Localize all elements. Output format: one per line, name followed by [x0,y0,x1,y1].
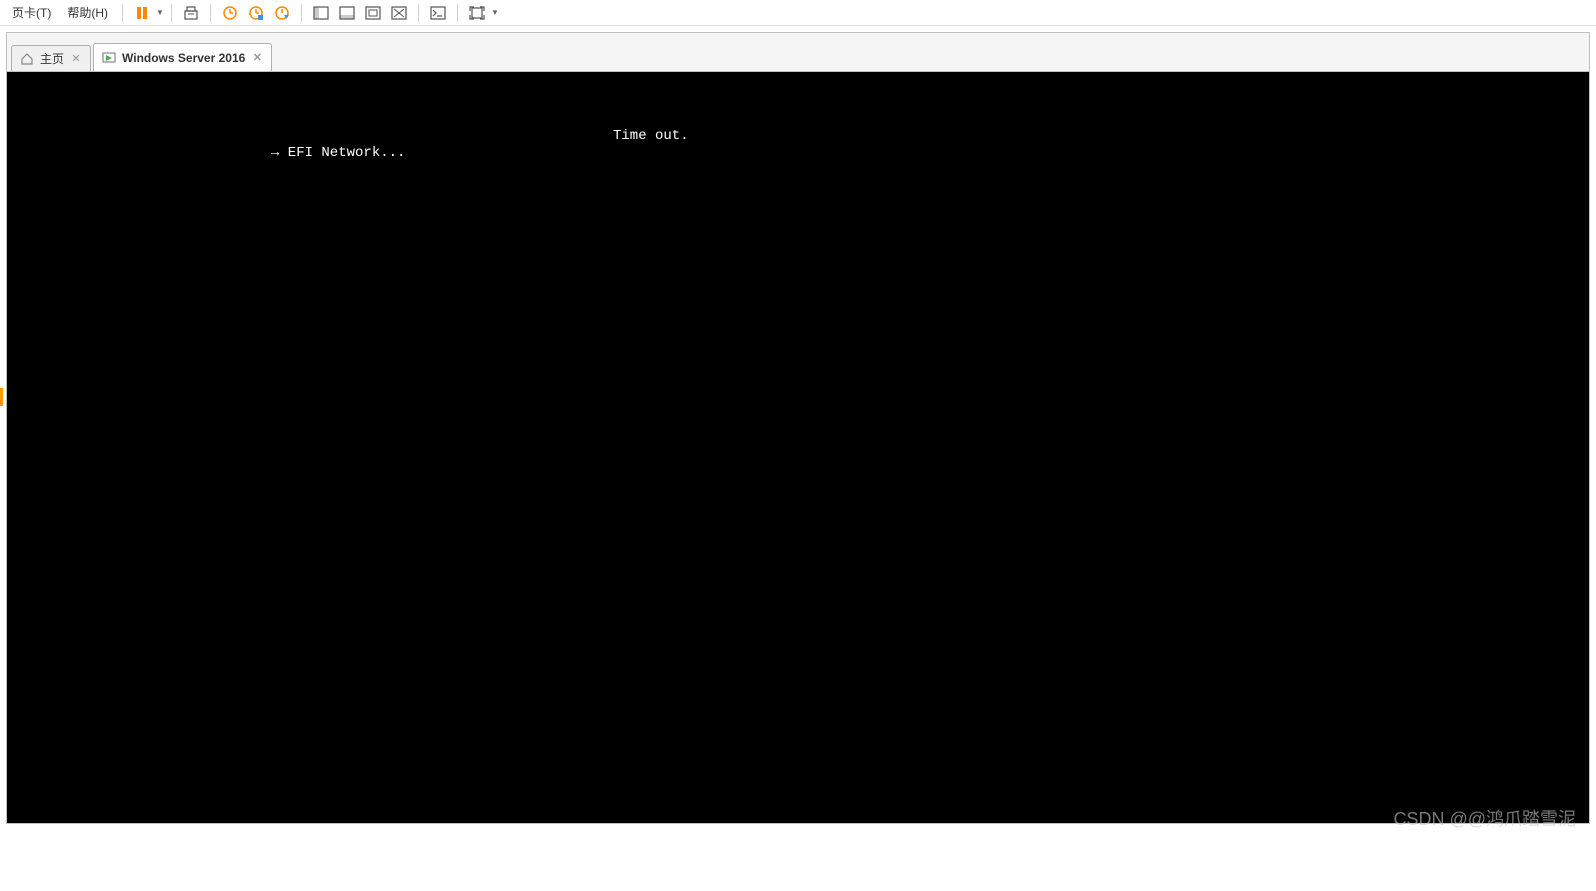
expand-button[interactable] [464,2,490,24]
tab-home-label: 主页 [40,50,64,67]
view-fullscreen-button[interactable] [360,2,386,24]
separator [171,4,172,22]
separator [457,4,458,22]
tab-windows-server-label: Windows Server 2016 [122,51,245,65]
view-bottom-button[interactable] [334,2,360,24]
clock-revert-icon [274,5,290,21]
snapshot-history-button[interactable] [217,2,243,24]
view-unity-icon [391,6,407,20]
pause-button[interactable] [129,2,155,24]
separator [301,4,302,22]
usb-icon [183,5,199,21]
separator [418,4,419,22]
snapshot-revert-button[interactable] [269,2,295,24]
view-unity-button[interactable] [386,2,412,24]
pause-button-group: ▼ [129,2,165,24]
clock-history-icon [222,5,238,21]
tabbar-container: 主页 ✕ Windows Server 2016 ✕ [6,32,1590,72]
expand-dropdown[interactable]: ▼ [490,8,500,17]
pause-dropdown[interactable]: ▼ [155,8,165,17]
expand-button-group: ▼ [464,2,500,24]
vm-console[interactable]: Time out. → EFI Network... [6,72,1590,824]
tab-home-close[interactable]: ✕ [70,53,82,65]
pause-icon [135,6,149,20]
view-sidebar-button[interactable] [308,2,334,24]
separator [122,4,123,22]
snapshot-take-button[interactable] [243,2,269,24]
tab-home[interactable]: 主页 ✕ [11,45,91,71]
expand-icon [469,6,485,20]
view-bottom-icon [339,6,355,20]
clock-take-icon [248,5,264,21]
menu-tabs[interactable]: 页卡(T) [4,0,59,25]
menubar: 页卡(T) 帮助(H) ▼ [0,0,1596,26]
menu-help[interactable]: 帮助(H) [59,0,116,25]
console-icon [430,6,446,20]
left-edge-marker [0,388,3,406]
console-efi-text: → EFI Network... [271,145,405,161]
view-fullscreen-icon [365,6,381,20]
console-button[interactable] [425,2,451,24]
view-sidebar-icon [313,6,329,20]
vm-icon [102,51,116,65]
devices-button[interactable] [178,2,204,24]
console-timeout-text: Time out. [613,128,689,144]
tab-windows-server[interactable]: Windows Server 2016 ✕ [93,43,272,71]
tabbar: 主页 ✕ Windows Server 2016 ✕ [11,41,1585,71]
home-icon [20,52,34,66]
tab-windows-server-close[interactable]: ✕ [251,52,263,64]
separator [210,4,211,22]
